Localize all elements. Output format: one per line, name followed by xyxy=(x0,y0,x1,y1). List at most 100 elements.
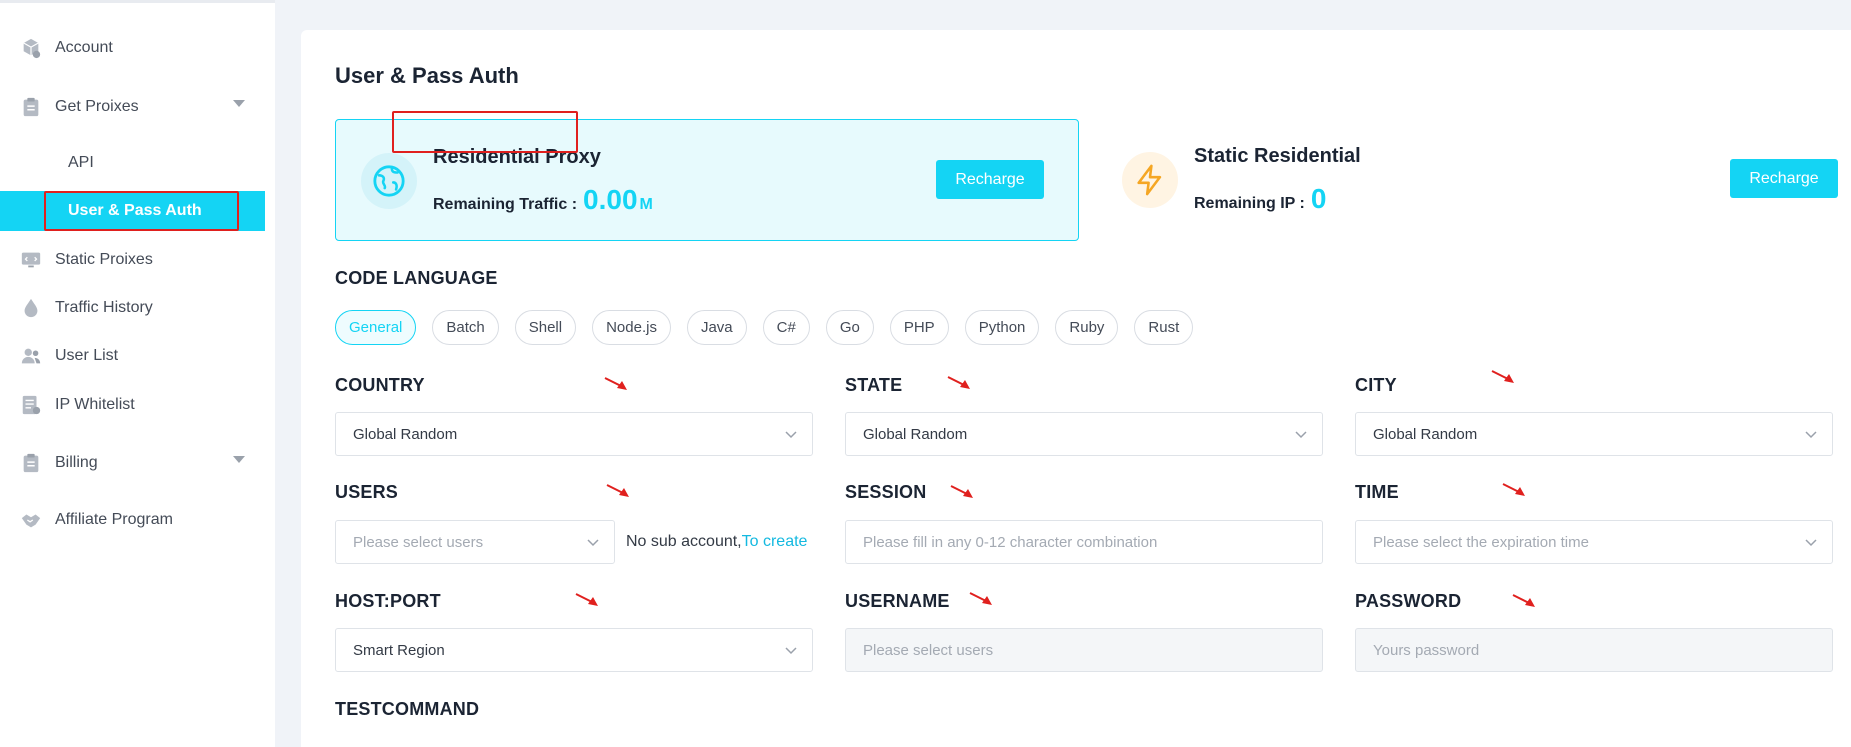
cube-icon xyxy=(19,36,43,60)
users-placeholder: Please select users xyxy=(353,533,484,551)
code-language-tabs: General Batch Shell Node.js Java C# Go P… xyxy=(335,310,1194,345)
tab-go[interactable]: Go xyxy=(825,310,874,345)
testcommand-label: TESTCOMMAND xyxy=(335,699,480,719)
password-label: PASSWORD xyxy=(1355,591,1462,611)
annotation-arrow-icon xyxy=(606,484,629,497)
sidebar-item-label: Affiliate Program xyxy=(55,511,173,528)
main-panel: User & Pass Auth Residential Proxy Remai… xyxy=(301,30,1851,747)
session-input[interactable] xyxy=(845,520,1323,564)
sidebar-item-billing[interactable]: Billing xyxy=(0,443,265,483)
remaining-value: 0 xyxy=(1310,183,1327,214)
chevron-down-icon xyxy=(233,456,245,463)
remaining-ip: Remaining IP : 0 xyxy=(1194,183,1326,215)
city-select[interactable]: Global Random xyxy=(1355,412,1833,456)
tab-php[interactable]: PHP xyxy=(889,310,949,345)
session-label: SESSION xyxy=(845,482,927,502)
hostport-label: HOST:PORT xyxy=(335,591,441,611)
sidebar-item-static-proixes[interactable]: Static Proixes xyxy=(0,240,265,280)
time-placeholder: Please select the expiration time xyxy=(1373,533,1589,551)
remaining-label: Remaining Traffic : xyxy=(433,196,578,213)
state-label: STATE xyxy=(845,375,903,395)
remaining-unit: M xyxy=(639,196,653,213)
sidebar-item-user-pass-auth[interactable]: User & Pass Auth xyxy=(0,191,265,231)
tab-rust[interactable]: Rust xyxy=(1134,310,1194,345)
session-field[interactable] xyxy=(863,533,1322,551)
recharge-button[interactable]: Recharge xyxy=(936,160,1044,199)
note-text: No sub account, xyxy=(626,533,742,550)
sidebar-item-account[interactable]: Account xyxy=(0,28,265,68)
username-field: Please select users xyxy=(845,628,1323,672)
lightning-icon xyxy=(1122,152,1178,208)
city-value: Global Random xyxy=(1373,425,1478,443)
list-icon xyxy=(19,393,43,417)
password-field: Yours password xyxy=(1355,628,1833,672)
chevron-down-icon xyxy=(1805,539,1817,547)
hostport-value: Smart Region xyxy=(353,641,445,659)
clipboard-icon xyxy=(19,451,43,475)
remaining-traffic: Remaining Traffic : 0.00 M xyxy=(433,184,653,216)
sidebar-item-ip-whitelist[interactable]: IP Whitelist xyxy=(0,385,265,425)
remaining-label: Remaining IP : xyxy=(1194,195,1305,212)
remaining-value: 0.00 xyxy=(583,184,638,215)
chevron-down-icon xyxy=(1295,431,1307,439)
username-label: USERNAME xyxy=(845,591,950,611)
annotation-arrow-icon xyxy=(604,377,627,390)
tab-nodejs[interactable]: Node.js xyxy=(592,310,671,345)
tab-ruby[interactable]: Ruby xyxy=(1055,310,1119,345)
annotation-arrow-icon xyxy=(950,485,973,498)
code-language-label: CODE LANGUAGE xyxy=(335,268,498,288)
residential-proxy-card: Residential Proxy Remaining Traffic : 0.… xyxy=(335,119,1079,241)
chevron-down-icon xyxy=(1805,431,1817,439)
no-sub-account-note: No sub account,To create xyxy=(626,533,807,551)
users-label: USERS xyxy=(335,482,399,502)
chevron-down-icon xyxy=(587,539,599,547)
sidebar-item-label: Traffic History xyxy=(55,299,153,316)
country-select[interactable]: Global Random xyxy=(335,412,813,456)
country-label: COUNTRY xyxy=(335,375,425,395)
handshake-icon xyxy=(19,508,43,532)
sidebar-item-label: User List xyxy=(55,347,119,364)
annotation-arrow-icon xyxy=(947,376,970,389)
sidebar-item-label: Static Proixes xyxy=(55,251,153,268)
sidebar-item-label: API xyxy=(68,154,94,171)
sidebar: Account Get Proixes API User & Pass Auth… xyxy=(0,0,275,747)
username-placeholder: Please select users xyxy=(863,641,994,659)
chevron-down-icon xyxy=(785,647,797,655)
chevron-down-icon xyxy=(233,100,245,107)
annotation-arrow-icon xyxy=(575,593,598,606)
state-select[interactable]: Global Random xyxy=(845,412,1323,456)
password-placeholder: Yours password xyxy=(1373,641,1480,659)
time-label: TIME xyxy=(1355,482,1399,502)
sidebar-item-affiliate-program[interactable]: Affiliate Program xyxy=(0,500,265,540)
tab-general[interactable]: General xyxy=(335,310,417,345)
state-value: Global Random xyxy=(863,425,968,443)
tab-java[interactable]: Java xyxy=(686,310,747,345)
globe-icon xyxy=(361,153,417,209)
chevron-down-icon xyxy=(785,431,797,439)
card-title: Static Residential xyxy=(1194,145,1361,167)
sidebar-item-label: User & Pass Auth xyxy=(68,202,202,219)
sidebar-item-api[interactable]: API xyxy=(0,143,265,183)
users-icon xyxy=(19,344,43,368)
hostport-select[interactable]: Smart Region xyxy=(335,628,813,672)
time-select[interactable]: Please select the expiration time xyxy=(1355,520,1833,564)
top-divider xyxy=(0,0,275,3)
sidebar-item-traffic-history[interactable]: Traffic History xyxy=(0,288,265,328)
recharge-button[interactable]: Recharge xyxy=(1730,159,1838,198)
annotation-arrow-icon xyxy=(1512,594,1535,607)
annotation-arrow-icon xyxy=(969,592,992,605)
sidebar-item-label: IP Whitelist xyxy=(55,396,135,413)
tab-batch[interactable]: Batch xyxy=(432,310,499,345)
to-create-link[interactable]: To create xyxy=(742,533,808,550)
country-value: Global Random xyxy=(353,425,458,443)
annotation-arrow-icon xyxy=(1502,483,1525,496)
sidebar-item-user-list[interactable]: User List xyxy=(0,336,265,376)
clipboard-icon xyxy=(19,95,43,119)
tab-shell[interactable]: Shell xyxy=(514,310,577,345)
droplet-icon xyxy=(19,296,43,320)
tab-python[interactable]: Python xyxy=(964,310,1040,345)
sidebar-item-get-proixes[interactable]: Get Proixes xyxy=(0,87,265,127)
users-select[interactable]: Please select users xyxy=(335,520,615,564)
sidebar-item-label: Get Proixes xyxy=(55,98,139,115)
tab-csharp[interactable]: C# xyxy=(762,310,810,345)
